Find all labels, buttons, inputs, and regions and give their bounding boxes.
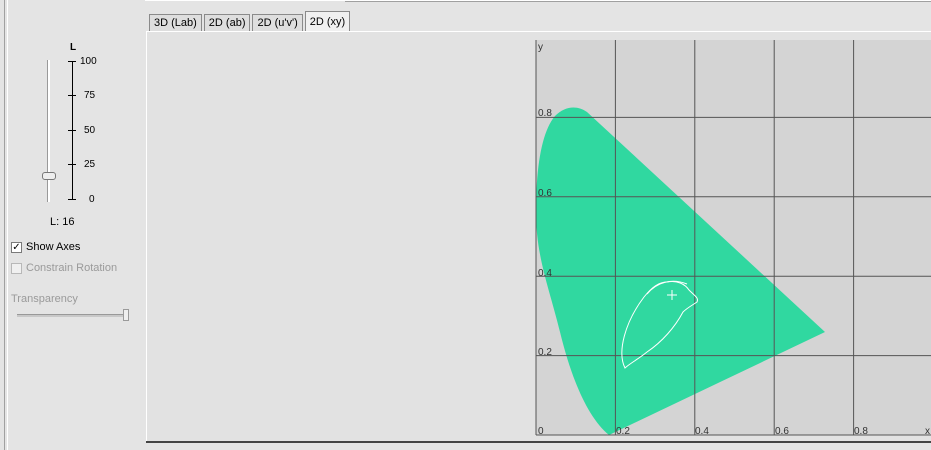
constrain-rotation-checkbox[interactable]	[11, 262, 22, 274]
x-tick-label: 0.2	[616, 426, 630, 437]
y-axis-label: y	[538, 42, 543, 53]
show-axes-label[interactable]: Show Axes	[26, 241, 80, 253]
x-tick-label: 0	[538, 426, 544, 437]
window-top-edge-shadow	[345, 1, 931, 2]
x-tick-label: 0.8	[854, 426, 868, 437]
constrain-rotation-label[interactable]: Constrain Rotation	[26, 262, 117, 274]
x-tick-label: 0.6	[775, 426, 789, 437]
lightness-slider-track[interactable]	[47, 60, 50, 202]
lightness-tick-label: 100	[80, 56, 97, 67]
tab-2d-uv[interactable]: 2D (u'v')	[252, 14, 303, 31]
lightness-value-label: L: 16	[50, 216, 75, 228]
y-tick-label: 0.4	[538, 268, 552, 279]
y-tick-label: 0.2	[538, 347, 552, 358]
tab-2d-ab[interactable]: 2D (ab)	[203, 14, 251, 31]
lightness-title: L	[70, 42, 77, 53]
lightness-tick	[68, 130, 76, 131]
lightness-slider-thumb[interactable]	[42, 172, 56, 180]
transparency-slider-track[interactable]	[17, 314, 127, 317]
control-panel: L 100 75 50 25 0 L: 16 ✓ Show Axes Const…	[0, 0, 145, 450]
lightness-tick	[68, 61, 76, 62]
transparency-label: Transparency	[11, 293, 78, 305]
x-axis-label: x	[925, 426, 930, 437]
y-tick-label: 0.6	[538, 188, 552, 199]
show-axes-checkbox[interactable]: ✓	[11, 241, 22, 253]
lightness-tick-label: 0	[89, 194, 95, 205]
show-axes-checkbox-row[interactable]: ✓ Show Axes	[11, 241, 80, 253]
lightness-tick	[68, 199, 76, 200]
lightness-tick-label: 75	[84, 90, 96, 101]
chromaticity-plot[interactable]: y 0.8 0.6 0.4 0.2 0 0.2 0.4 0.6 0.8 x	[147, 32, 931, 443]
x-tick-label: 0.4	[695, 426, 709, 437]
viewport-bottom-border	[146, 441, 931, 443]
gamut-viewport[interactable]: y 0.8 0.6 0.4 0.2 0 0.2 0.4 0.6 0.8 x	[146, 31, 931, 443]
panel-edge	[4, 0, 8, 450]
lightness-tick-label: 50	[84, 125, 96, 136]
y-tick-label: 0.8	[538, 108, 552, 119]
view-tabs: 3D (Lab) 2D (ab) 2D (u'v') 2D (xy)	[149, 11, 352, 31]
tab-2d-xy[interactable]: 2D (xy)	[304, 11, 351, 31]
constrain-rotation-checkbox-row[interactable]: Constrain Rotation	[11, 262, 117, 274]
transparency-slider-thumb[interactable]	[123, 309, 129, 321]
tab-3d-lab[interactable]: 3D (Lab)	[149, 14, 202, 31]
lightness-tick-label: 25	[84, 159, 96, 170]
lightness-tick	[68, 164, 76, 165]
lightness-tick	[68, 95, 76, 96]
